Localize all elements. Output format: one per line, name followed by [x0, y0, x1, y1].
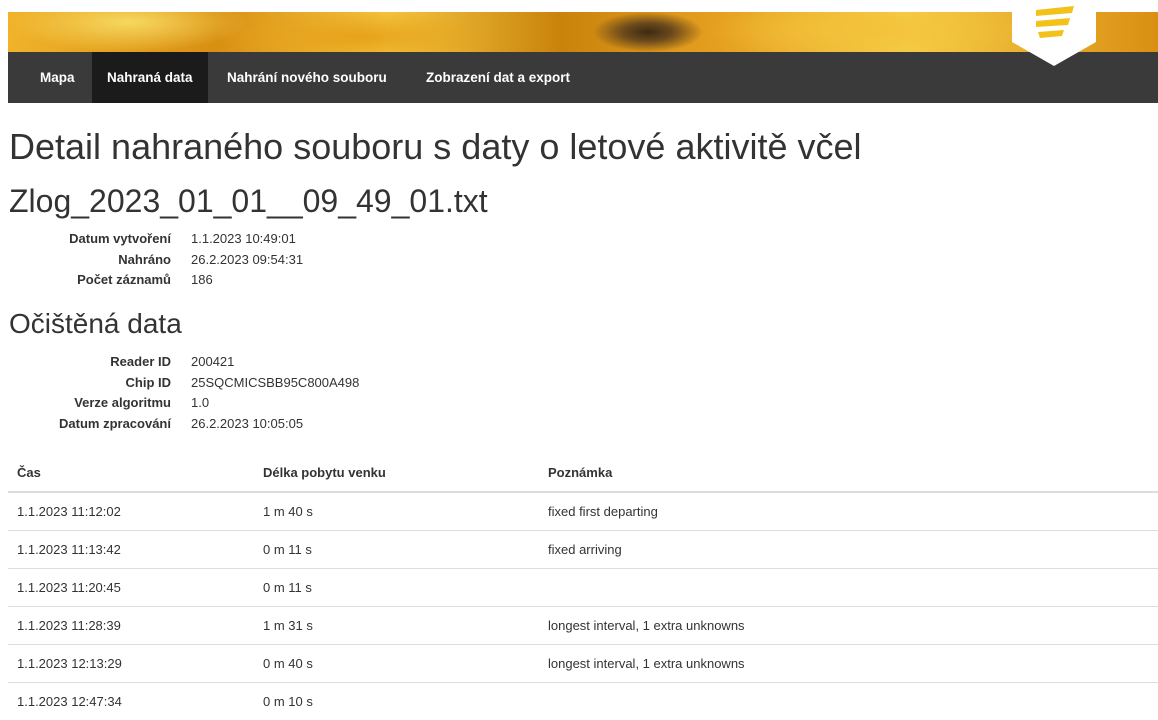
table-header-row: Čas Délka pobytu venku Poznámka [8, 453, 1158, 492]
cell-note: longest interval, 1 extra unknowns [539, 645, 1158, 683]
nav-item-nahrana-data[interactable]: Nahraná data [92, 52, 208, 103]
cell-duration: 1 m 31 s [254, 607, 539, 645]
detail-label: Datum vytvoření [8, 229, 171, 250]
cell-time: 1.1.2023 12:13:29 [8, 645, 254, 683]
cell-time: 1.1.2023 12:47:34 [8, 683, 254, 720]
cell-note [539, 569, 1158, 607]
nav-item-nahrani-noveho-souboru[interactable]: Nahrání nového souboru [212, 52, 402, 103]
detail-value: 1.1.2023 10:49:01 [191, 229, 296, 250]
detail-label: Nahráno [8, 250, 171, 271]
flight-activity-table: Čas Délka pobytu venku Poznámka 1.1.2023… [8, 453, 1158, 720]
detail-value: 26.2.2023 10:05:05 [191, 414, 303, 435]
table-row: 1.1.2023 11:20:45 0 m 11 s [8, 569, 1158, 607]
hive-logo-icon[interactable] [1012, 0, 1096, 66]
detail-label: Chip ID [8, 373, 171, 394]
detail-value: 200421 [191, 352, 234, 373]
cell-note: fixed arriving [539, 531, 1158, 569]
cell-duration: 0 m 11 s [254, 531, 539, 569]
honeybee-banner-image [8, 12, 1158, 52]
cell-duration: 0 m 10 s [254, 683, 539, 720]
table-row: 1.1.2023 12:47:34 0 m 10 s [8, 683, 1158, 720]
file-name-heading: Zlog_2023_01_01__09_49_01.txt [9, 183, 488, 220]
cell-time: 1.1.2023 11:13:42 [8, 531, 254, 569]
file-detail-record-count: Počet záznamů 186 [8, 270, 303, 291]
detail-value: 186 [191, 270, 213, 291]
cell-duration: 0 m 40 s [254, 645, 539, 683]
detail-label: Reader ID [8, 352, 171, 373]
file-details: Datum vytvoření 1.1.2023 10:49:01 Nahráno… [8, 229, 303, 291]
column-header-time: Čas [8, 453, 254, 492]
file-detail-uploaded: Nahráno 26.2.2023 09:54:31 [8, 250, 303, 271]
clean-data-heading: Očištěná data [9, 308, 182, 340]
table-row: 1.1.2023 12:13:29 0 m 40 s longest inter… [8, 645, 1158, 683]
table-row: 1.1.2023 11:28:39 1 m 31 s longest inter… [8, 607, 1158, 645]
clean-detail-processing-date: Datum zpracování 26.2.2023 10:05:05 [8, 414, 359, 435]
table-row: 1.1.2023 11:12:02 1 m 40 s fixed first d… [8, 492, 1158, 531]
detail-label: Verze algoritmu [8, 393, 171, 414]
clean-detail-chip-id: Chip ID 25SQCMICSBB95C800A498 [8, 373, 359, 394]
cell-duration: 1 m 40 s [254, 492, 539, 531]
detail-value: 25SQCMICSBB95C800A498 [191, 373, 359, 394]
nav-item-zobrazeni-dat-a-export[interactable]: Zobrazení dat a export [411, 52, 585, 103]
cell-time: 1.1.2023 11:28:39 [8, 607, 254, 645]
nav-item-mapa[interactable]: Mapa [25, 52, 90, 103]
cell-note [539, 683, 1158, 720]
main-navbar: Mapa Nahraná data Nahrání nového souboru… [8, 52, 1158, 103]
column-header-duration: Délka pobytu venku [254, 453, 539, 492]
cell-note: fixed first departing [539, 492, 1158, 531]
cell-note: longest interval, 1 extra unknowns [539, 607, 1158, 645]
page-title: Detail nahraného souboru s daty o letové… [9, 126, 862, 168]
file-detail-created: Datum vytvoření 1.1.2023 10:49:01 [8, 229, 303, 250]
detail-value: 26.2.2023 09:54:31 [191, 250, 303, 271]
clean-detail-algorithm-version: Verze algoritmu 1.0 [8, 393, 359, 414]
clean-detail-reader-id: Reader ID 200421 [8, 352, 359, 373]
detail-label: Datum zpracování [8, 414, 171, 435]
column-header-note: Poznámka [539, 453, 1158, 492]
cell-time: 1.1.2023 11:12:02 [8, 492, 254, 531]
detail-value: 1.0 [191, 393, 209, 414]
cell-duration: 0 m 11 s [254, 569, 539, 607]
cell-time: 1.1.2023 11:20:45 [8, 569, 254, 607]
table-row: 1.1.2023 11:13:42 0 m 11 s fixed arrivin… [8, 531, 1158, 569]
clean-data-details: Reader ID 200421 Chip ID 25SQCMICSBB95C800… [8, 352, 359, 434]
detail-label: Počet záznamů [8, 270, 171, 291]
